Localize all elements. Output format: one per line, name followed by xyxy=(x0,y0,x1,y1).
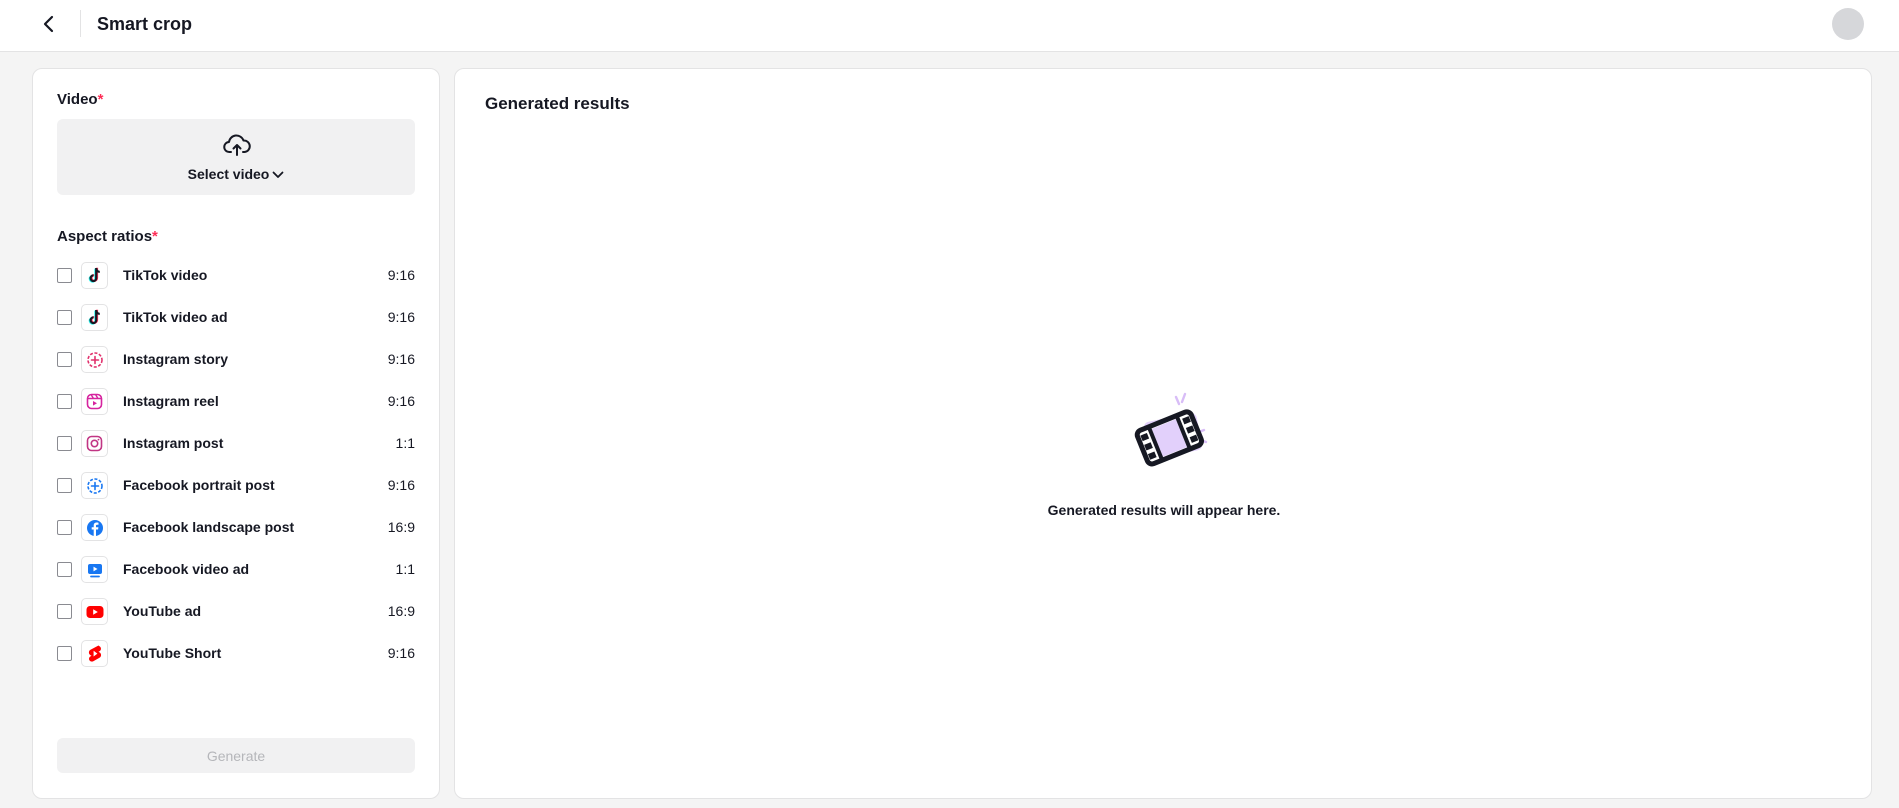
header-divider xyxy=(80,10,81,37)
aspect-option-ratio: 1:1 xyxy=(395,435,415,451)
aspect-option-name: Facebook portrait post xyxy=(123,477,275,493)
checkbox[interactable] xyxy=(57,604,72,619)
platform-icon-box xyxy=(81,556,108,583)
aspect-option-name: Instagram reel xyxy=(123,393,219,409)
platform-icon-box xyxy=(81,388,108,415)
platform-icon-box xyxy=(81,304,108,331)
tiktok-icon xyxy=(88,267,100,283)
required-mark: * xyxy=(152,228,158,245)
platform-icon-box xyxy=(81,262,108,289)
aspect-option-name: YouTube Short xyxy=(123,645,222,661)
aspect-option-instagram-reel[interactable]: Instagram reel 9:16 xyxy=(57,385,417,417)
aspect-option-ratio: 9:16 xyxy=(387,351,415,367)
aspect-option-ratio: 9:16 xyxy=(387,393,415,409)
top-bar: Smart crop xyxy=(0,0,1899,52)
platform-icon-box xyxy=(81,346,108,373)
aspect-option-youtube-ad[interactable]: YouTube ad 16:9 xyxy=(57,595,417,627)
checkbox[interactable] xyxy=(57,310,72,325)
empty-state-text: Generated results will appear here. xyxy=(1047,502,1281,518)
aspect-option-instagram-post[interactable]: Instagram post 1:1 xyxy=(57,427,417,459)
cloud-upload-icon xyxy=(223,134,251,156)
checkbox[interactable] xyxy=(57,646,72,661)
results-panel: Generated results Generated results will… xyxy=(454,68,1872,799)
aspect-option-ratio: 1:1 xyxy=(395,561,415,577)
aspect-option-facebook-landscape-post[interactable]: Facebook landscape post 16:9 xyxy=(57,511,417,543)
aspect-ratios-label-text: Aspect ratios xyxy=(57,228,153,245)
instagram-reel-icon xyxy=(86,393,103,410)
film-reel-icon xyxy=(1134,392,1208,467)
platform-icon-box xyxy=(81,514,108,541)
chevron-left-icon xyxy=(43,15,54,33)
aspect-option-ratio: 9:16 xyxy=(387,645,415,661)
aspect-option-ratio: 9:16 xyxy=(387,309,415,325)
facebook-story-icon xyxy=(86,477,103,494)
checkbox[interactable] xyxy=(57,478,72,493)
instagram-icon xyxy=(86,435,103,452)
aspect-option-name: Facebook video ad xyxy=(123,561,250,577)
aspect-option-name: Instagram post xyxy=(123,435,224,451)
aspect-option-facebook-video-ad[interactable]: Facebook video ad 1:1 xyxy=(57,553,417,585)
checkbox[interactable] xyxy=(57,520,72,535)
facebook-video-icon xyxy=(87,563,102,577)
aspect-option-name: Facebook landscape post xyxy=(123,519,295,535)
page-title: Smart crop xyxy=(97,14,193,34)
checkbox[interactable] xyxy=(57,352,72,367)
checkbox[interactable] xyxy=(57,436,72,451)
aspect-option-name: YouTube ad xyxy=(123,603,202,619)
settings-panel: Video* Select video Aspect ratios* TikTo… xyxy=(32,68,440,799)
platform-icon-box xyxy=(81,640,108,667)
results-title: Generated results xyxy=(485,94,630,113)
aspect-option-ratio: 16:9 xyxy=(387,519,415,535)
checkbox[interactable] xyxy=(57,562,72,577)
youtube-icon xyxy=(86,605,103,618)
aspect-option-facebook-portrait-post[interactable]: Facebook portrait post 9:16 xyxy=(57,469,417,501)
instagram-story-icon xyxy=(86,351,103,368)
youtube-shorts-icon xyxy=(88,645,101,662)
required-mark: * xyxy=(97,91,104,108)
facebook-icon xyxy=(86,519,103,536)
aspect-option-tiktok-video-ad[interactable]: TikTok video ad 9:16 xyxy=(57,301,417,333)
avatar[interactable] xyxy=(1832,8,1864,40)
generate-button[interactable]: Generate xyxy=(57,738,415,773)
aspect-option-ratio: 16:9 xyxy=(387,603,415,619)
checkbox[interactable] xyxy=(57,268,72,283)
platform-icon-box xyxy=(81,472,108,499)
tiktok-icon xyxy=(88,309,100,325)
aspect-option-ratio: 9:16 xyxy=(387,477,415,493)
select-video-button[interactable]: Select video xyxy=(57,165,415,183)
checkbox[interactable] xyxy=(57,394,72,409)
platform-icon-box xyxy=(81,598,108,625)
aspect-option-name: Instagram story xyxy=(123,351,229,367)
chevron-down-icon xyxy=(272,171,284,179)
aspect-ratios-label: Aspect ratios* xyxy=(57,227,158,247)
platform-icon-box xyxy=(81,430,108,457)
aspect-option-name: TikTok video xyxy=(123,267,208,283)
video-label: Video* xyxy=(57,90,103,110)
aspect-option-instagram-story[interactable]: Instagram story 9:16 xyxy=(57,343,417,375)
aspect-option-youtube-short[interactable]: YouTube Short 9:16 xyxy=(57,637,417,669)
back-button[interactable] xyxy=(36,10,62,38)
video-label-text: Video xyxy=(57,91,98,108)
select-video-label: Select video xyxy=(187,166,270,182)
aspect-option-ratio: 9:16 xyxy=(387,267,415,283)
aspect-option-tiktok-video[interactable]: TikTok video 9:16 xyxy=(57,259,417,291)
select-video-dropzone[interactable]: Select video xyxy=(57,119,415,195)
aspect-option-name: TikTok video ad xyxy=(123,309,228,325)
